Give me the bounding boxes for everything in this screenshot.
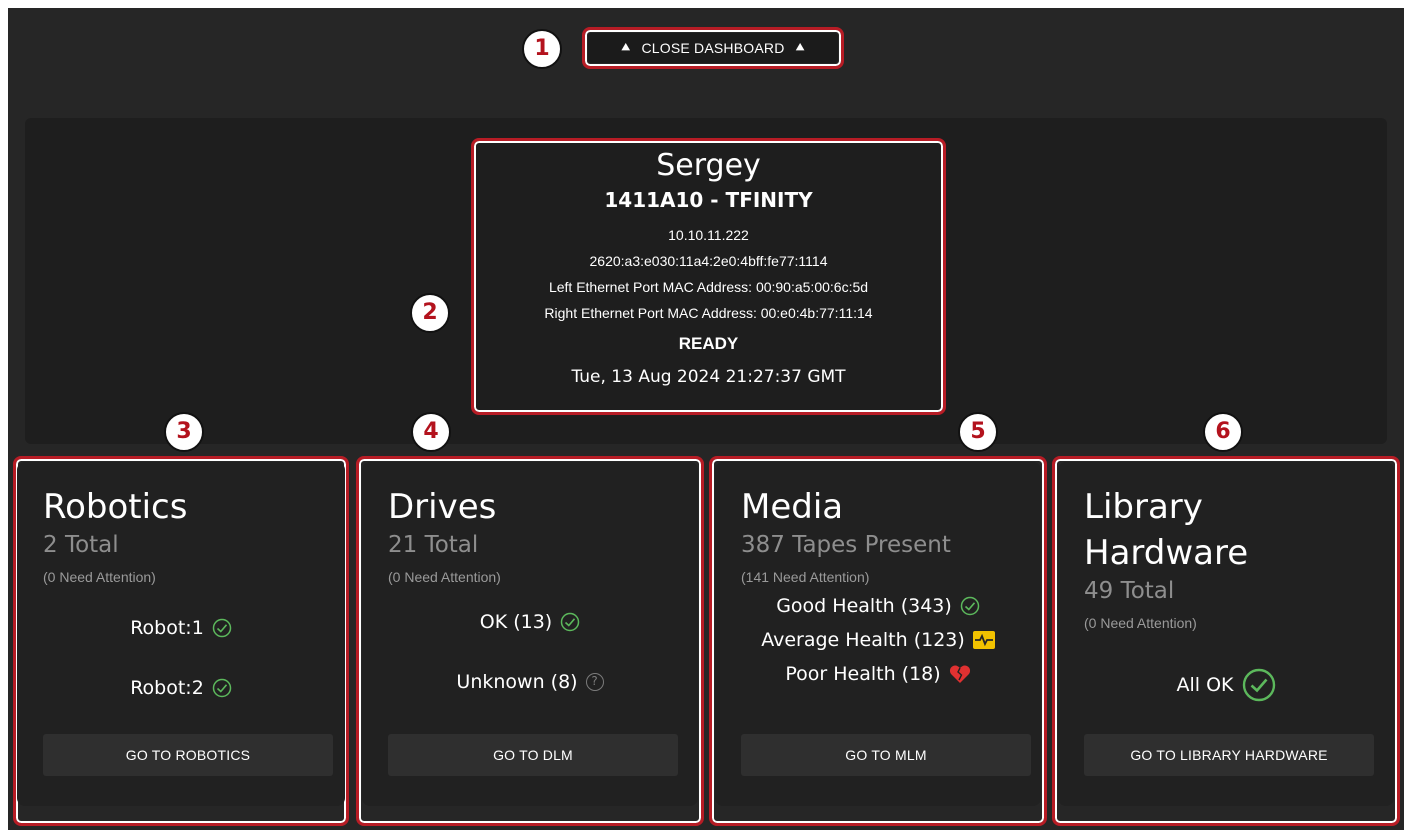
status-label: Poor Health (18): [785, 663, 941, 685]
status-label: Good Health (343): [776, 595, 952, 617]
callout-badge-2: 2: [410, 293, 450, 333]
library-timestamp: Tue, 13 Aug 2024 21:27:37 GMT: [571, 367, 846, 387]
card-attention: (141 Need Attention): [741, 569, 870, 585]
robotics-card: Robotics 2 Total (0 Need Attention) Robo…: [17, 462, 345, 806]
status-label: Unknown (8): [456, 671, 578, 693]
media-card: Media 387 Tapes Present (141 Need Attent…: [715, 462, 1041, 806]
callout-badge-6: 6: [1203, 412, 1243, 452]
library-ipv4: 10.10.11.222: [668, 227, 749, 243]
callout-badge-4: 4: [411, 412, 451, 452]
card-total: 21 Total: [388, 532, 479, 558]
library-hardware-card: Library Hardware 49 Total (0 Need Attent…: [1058, 462, 1394, 806]
status-label: Robot:2: [130, 677, 204, 699]
status-row-ok: OK (13): [388, 610, 672, 634]
card-title: Robotics: [43, 487, 188, 527]
status-row-all-ok: All OK: [1084, 668, 1368, 702]
card-attention: (0 Need Attention): [388, 569, 501, 585]
card-attention: (0 Need Attention): [1084, 615, 1197, 631]
card-total: 49 Total: [1084, 578, 1175, 604]
card-title-line-1: Library: [1084, 487, 1203, 527]
callout-badge-3: 3: [164, 412, 204, 452]
go-to-mlm-button[interactable]: GO TO MLM: [741, 734, 1031, 776]
card-total: 2 Total: [43, 532, 119, 558]
check-circle-icon: [212, 618, 232, 638]
card-total: 387 Tapes Present: [741, 532, 951, 558]
card-title: Drives: [388, 487, 497, 527]
screenshot-canvas: ⯅ CLOSE DASHBOARD ⯅ 1 Sergey 1411A10 - T…: [0, 0, 1411, 837]
status-row-average-health: Average Health (123): [741, 628, 1015, 652]
status-label: Average Health (123): [761, 629, 965, 651]
check-circle-icon: [560, 612, 580, 632]
status-list: OK (13) Unknown (8) ?: [388, 610, 672, 694]
broken-heart-icon: [949, 665, 970, 683]
card-title-line-2: Hardware: [1084, 533, 1249, 573]
card-title: Media: [741, 487, 844, 527]
card-attention: (0 Need Attention): [43, 569, 156, 585]
library-status: READY: [678, 334, 739, 353]
status-row-robot-2: Robot:2: [43, 676, 319, 700]
pulse-warning-icon: [972, 631, 995, 649]
status-row-poor-health: Poor Health (18): [741, 662, 1015, 686]
status-label: All OK: [1176, 674, 1234, 696]
right-mac-address: Right Ethernet Port MAC Address: 00:e0:4…: [544, 305, 873, 321]
status-row-robot-1: Robot:1: [43, 616, 319, 640]
status-list: Robot:1 Robot:2: [43, 616, 319, 700]
status-label: OK (13): [479, 611, 553, 633]
status-row-unknown: Unknown (8) ?: [388, 670, 672, 694]
library-ipv6: 2620:a3:e030:11a4:2e0:4bff:fe77:1114: [589, 253, 828, 269]
status-row-good-health: Good Health (343): [741, 594, 1015, 618]
status-label: Robot:1: [130, 617, 204, 639]
check-circle-icon: [212, 678, 232, 698]
go-to-robotics-button[interactable]: GO TO ROBOTICS: [43, 734, 333, 776]
callout-badge-5: 5: [958, 412, 998, 452]
question-circle-icon: ?: [585, 673, 604, 691]
library-info-box: Sergey 1411A10 - TFINITY 10.10.11.222 26…: [477, 144, 940, 409]
status-list: Good Health (343) Average Health (123) P…: [741, 594, 1015, 686]
check-circle-icon: [1242, 668, 1275, 702]
double-chevron-up-icon: ⯅: [794, 39, 806, 55]
close-dashboard-label: CLOSE DASHBOARD: [641, 40, 785, 56]
check-circle-icon: [960, 596, 980, 616]
go-to-library-hardware-button[interactable]: GO TO LIBRARY HARDWARE: [1084, 734, 1374, 776]
go-to-dlm-button[interactable]: GO TO DLM: [388, 734, 678, 776]
left-mac-address: Left Ethernet Port MAC Address: 00:90:a5…: [548, 279, 869, 295]
library-name: Sergey: [656, 148, 761, 183]
close-dashboard-button[interactable]: ⯅ CLOSE DASHBOARD ⯅: [588, 33, 838, 63]
library-model: 1411A10 - TFINITY: [604, 188, 813, 212]
callout-badge-1: 1: [522, 29, 562, 69]
double-chevron-up-icon: ⯅: [620, 39, 632, 55]
status-list: All OK: [1084, 668, 1368, 702]
drives-card: Drives 21 Total (0 Need Attention) OK (1…: [362, 462, 698, 806]
